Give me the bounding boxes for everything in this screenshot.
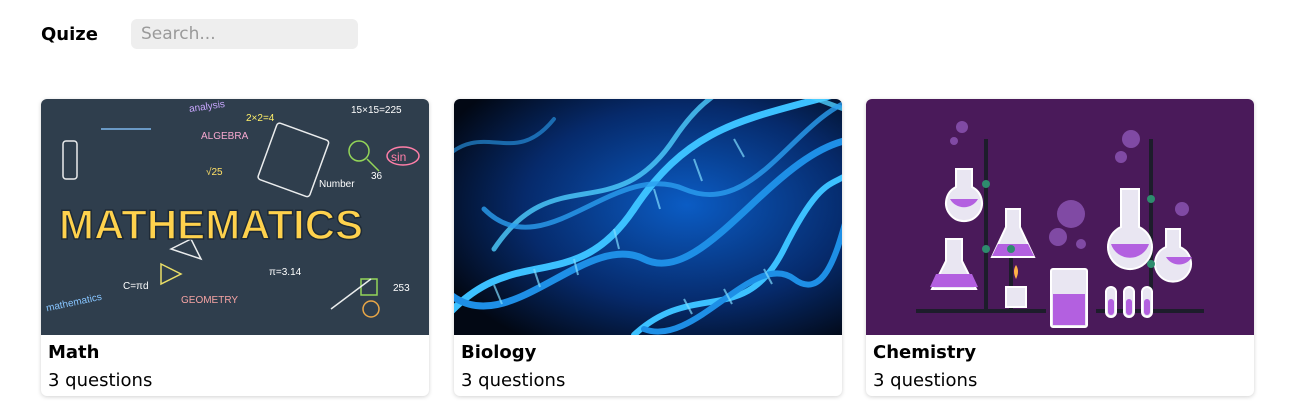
svg-text:2×2=4: 2×2=4 [246, 113, 275, 124]
quiz-card-chemistry[interactable]: Chemistry 3 questions [866, 99, 1254, 396]
card-question-count: 3 questions [48, 370, 153, 391]
svg-text:ALGEBRA: ALGEBRA [201, 131, 249, 142]
quiz-card-math[interactable]: analysis ALGEBRA 15×15=225 2×2=4 √25 Num… [41, 99, 429, 396]
top-bar: Quize [0, 0, 1294, 70]
svg-text:GEOMETRY: GEOMETRY [181, 295, 238, 306]
svg-text:sin: sin [391, 150, 406, 164]
svg-text:√25: √25 [206, 166, 223, 178]
svg-text:36: 36 [371, 171, 383, 182]
svg-text:C=πd: C=πd [123, 281, 149, 292]
card-title: Biology [461, 342, 537, 363]
search-input[interactable] [131, 19, 358, 49]
card-title: Math [48, 342, 100, 363]
card-question-count: 3 questions [873, 370, 978, 391]
math-card-image: analysis ALGEBRA 15×15=225 2×2=4 √25 Num… [41, 99, 429, 335]
app-brand[interactable]: Quize [41, 24, 98, 46]
quiz-card-biology[interactable]: Biology 3 questions [454, 99, 842, 396]
svg-text:MATHEMATICS: MATHEMATICS [59, 201, 363, 248]
svg-text:π=3.14: π=3.14 [269, 267, 302, 278]
svg-text:Number: Number [319, 179, 355, 190]
card-title: Chemistry [873, 342, 977, 363]
svg-text:15×15=225: 15×15=225 [351, 105, 402, 116]
chemistry-card-image [866, 99, 1254, 335]
svg-text:253: 253 [393, 283, 410, 294]
card-question-count: 3 questions [461, 370, 566, 391]
biology-card-image [454, 99, 842, 335]
